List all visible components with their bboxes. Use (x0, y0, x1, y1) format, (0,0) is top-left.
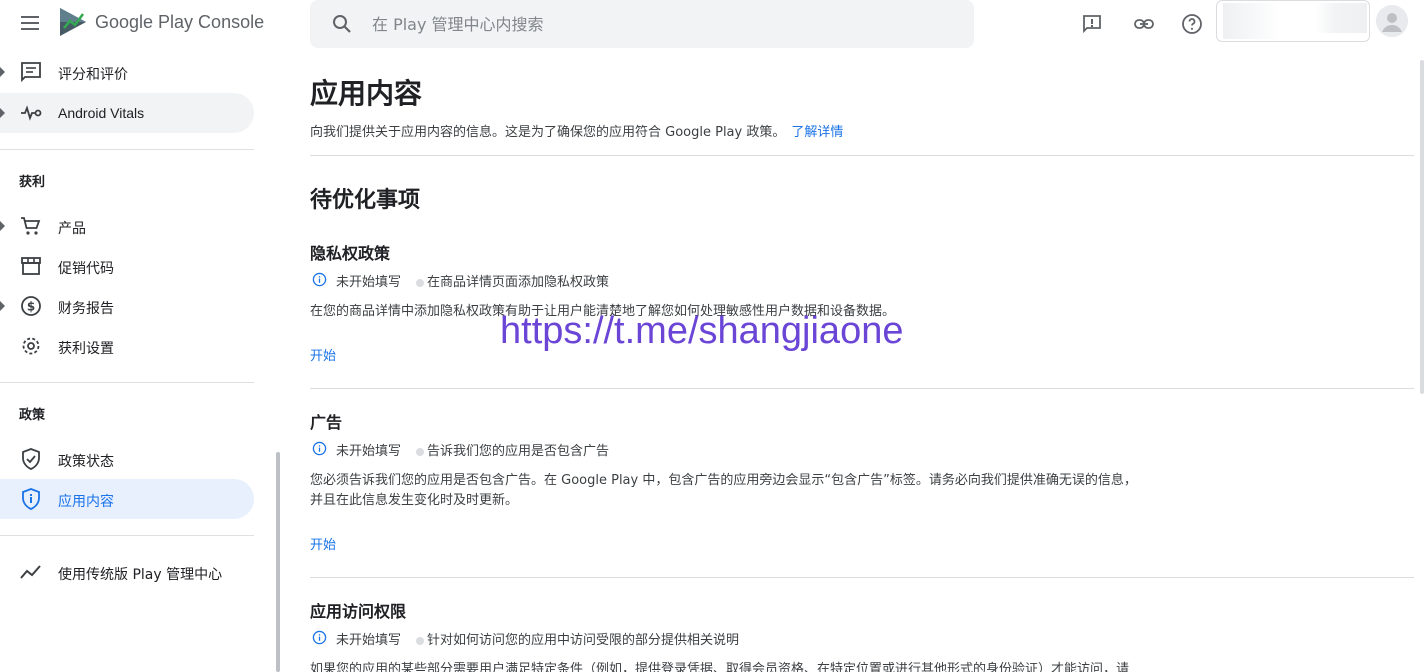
account-name-redacted (1223, 3, 1281, 39)
status-separator-dot (416, 448, 424, 456)
link-icon[interactable] (1132, 12, 1156, 36)
sidebar-item-label: 财务报告 (58, 301, 114, 317)
status-separator-dot (416, 637, 424, 645)
task-description: 如果您的应用的某些部分需要用户满足特定条件（例如，提供登录凭据、取得会员资格、在… (310, 662, 1130, 672)
sidebar-item-label: 政策状态 (58, 454, 114, 470)
main-scrollbar[interactable] (1420, 60, 1424, 394)
task-description-line: 并且在此信息发生变化时及时更新。 (310, 493, 519, 508)
sidebar-item-label: 评分和评价 (58, 67, 128, 83)
shield-info-icon (22, 488, 40, 510)
shield-check-icon (22, 448, 40, 470)
sidebar-item-label: 获利设置 (58, 341, 114, 357)
sidebar-item-monetization-settings[interactable]: 获利设置 (0, 326, 254, 366)
sidebar-item-label: Android Vitals (58, 105, 145, 121)
search-icon (333, 15, 351, 33)
status-separator-dot (416, 279, 424, 287)
sidebar-item-policy-status[interactable]: 政策状态 (0, 439, 254, 479)
sidebar-item-label: 促销代码 (58, 261, 114, 277)
help-icon[interactable] (1180, 12, 1204, 36)
menu-icon[interactable] (18, 12, 42, 36)
search-input[interactable] (372, 0, 952, 48)
info-icon (312, 272, 327, 287)
task-description-line: 您必须告诉我们您的应用是否包含广告。在 Google Play 中，包含广告的应… (310, 473, 1137, 488)
sidebar-item-label: 应用内容 (58, 494, 114, 510)
status-label: 未开始填写 (336, 275, 402, 290)
sidebar-item-products[interactable]: 产品 (0, 206, 254, 246)
play-console-logo (60, 8, 86, 36)
expand-arrow-icon[interactable] (0, 67, 5, 77)
section-divider (310, 155, 1414, 156)
svg-text:$: $ (27, 300, 35, 314)
status-label: 未开始填写 (336, 633, 402, 648)
app-name: Google Play Console (95, 12, 265, 32)
sidebar-item-legacy-console[interactable]: 使用传统版 Play 管理中心 (0, 552, 254, 592)
sidebar-divider (0, 535, 254, 536)
status-detail: 针对如何访问您的应用中访问受限的部分提供相关说明 (427, 633, 740, 648)
sidebar-section-monetize: 获利 (19, 175, 46, 190)
learn-more-link[interactable]: 了解详情 (791, 125, 843, 140)
feedback-icon[interactable] (1080, 12, 1104, 36)
info-icon (312, 441, 327, 456)
reviews-icon (21, 62, 41, 83)
sidebar-section-policy: 政策 (19, 408, 46, 423)
sidebar-item-android-vitals[interactable]: Android Vitals (0, 93, 254, 133)
start-button[interactable]: 开始 (310, 534, 336, 553)
account-id-redacted (1315, 3, 1367, 33)
task-title: 应用访问权限 (310, 602, 407, 621)
page-description: 向我们提供关于应用内容的信息。这是为了确保您的应用符合 Google Play … (310, 121, 843, 140)
watermark-text: https://t.me/shangjiaone (500, 310, 904, 352)
main-content: 应用内容 向我们提供关于应用内容的信息。这是为了确保您的应用符合 Google … (310, 50, 1414, 672)
dollar-icon: $ (21, 296, 41, 316)
sidebar-divider (0, 382, 254, 383)
task-title: 隐私权政策 (310, 244, 391, 263)
sidebar-item-app-content[interactable]: 应用内容 (0, 479, 254, 519)
sidebar: 评分和评价 Android Vitals 获利 产品 促销代码 $ 财务报告 获… (0, 50, 256, 672)
sidebar-item-label: 产品 (58, 221, 86, 237)
expand-arrow-icon[interactable] (0, 301, 5, 311)
todo-section-title: 待优化事项 (310, 188, 421, 213)
status-label: 未开始填写 (336, 444, 402, 459)
status-detail: 在商品详情页面添加隐私权政策 (427, 275, 610, 290)
sidebar-item-label: 使用传统版 Play 管理中心 (58, 567, 223, 583)
info-icon (312, 630, 327, 645)
store-icon (21, 257, 41, 275)
sidebar-item-reviews[interactable]: 评分和评价 (0, 52, 254, 92)
sidebar-item-financial-reports[interactable]: $ 财务报告 (0, 286, 254, 326)
task-title: 广告 (310, 413, 343, 432)
trending-icon (20, 565, 41, 579)
section-divider (310, 388, 1414, 389)
page-description-text: 向我们提供关于应用内容的信息。这是为了确保您的应用符合 Google Play … (310, 125, 786, 140)
account-switcher[interactable] (1216, 0, 1370, 42)
sidebar-scrollbar[interactable] (276, 452, 280, 672)
start-button[interactable]: 开始 (310, 345, 336, 364)
avatar[interactable] (1376, 5, 1408, 37)
gear-icon (22, 337, 40, 355)
page-title: 应用内容 (310, 77, 423, 110)
top-app-bar: Google Play Console (0, 0, 1428, 50)
section-divider (310, 577, 1414, 578)
expand-arrow-icon[interactable] (0, 221, 5, 231)
status-detail: 告诉我们您的应用是否包含广告 (427, 444, 610, 459)
expand-arrow-icon[interactable] (0, 108, 5, 118)
search-bar[interactable] (310, 0, 974, 48)
vitals-icon (21, 105, 42, 121)
cart-icon (21, 217, 41, 235)
sidebar-divider (0, 149, 254, 150)
sidebar-item-promo-codes[interactable]: 促销代码 (0, 246, 254, 286)
